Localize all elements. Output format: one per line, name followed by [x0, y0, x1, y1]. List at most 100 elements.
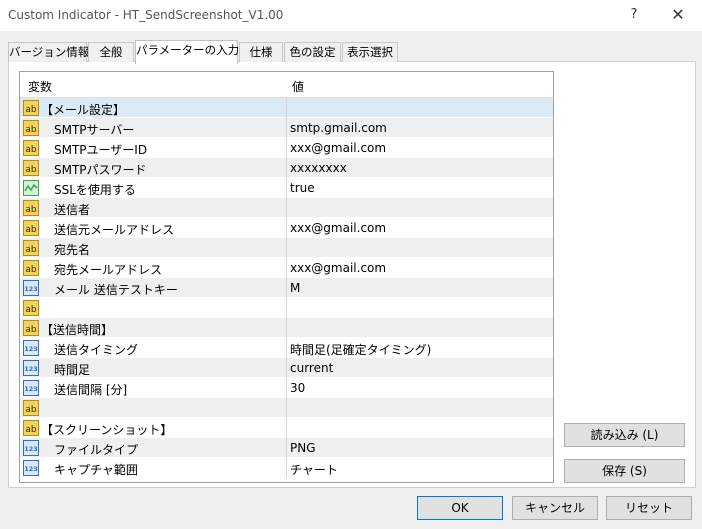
- ab-icon: ab: [23, 160, 39, 176]
- tab-input-parameters[interactable]: パラメーターの入力: [135, 40, 239, 64]
- parameter-row[interactable]: ab 宛先名: [20, 238, 553, 258]
- tab-version-info[interactable]: バージョン情報: [8, 42, 89, 62]
- column-divider: [286, 198, 287, 218]
- parameter-name: SMTPパスワード: [54, 163, 147, 177]
- parameter-name: 送信者: [54, 203, 91, 217]
- parameter-value[interactable]: M: [290, 281, 300, 295]
- svg-text:ab: ab: [25, 145, 37, 155]
- svg-text:ab: ab: [25, 325, 37, 335]
- parameter-row[interactable]: 123 キャプチャ範囲 チャート: [20, 458, 553, 478]
- column-header-value[interactable]: 値: [292, 78, 304, 95]
- column-divider: [286, 118, 287, 138]
- parameter-value[interactable]: チャート: [290, 461, 338, 478]
- tab-colors[interactable]: 色の設定: [284, 42, 341, 62]
- svg-text:123: 123: [24, 345, 38, 353]
- parameter-value[interactable]: PNG: [290, 441, 316, 455]
- parameter-name: 宛先メールアドレス: [54, 263, 163, 277]
- parameter-name: 【スクリーンショット】: [41, 423, 173, 437]
- svg-text:ab: ab: [25, 165, 37, 175]
- parameter-row[interactable]: ab: [20, 398, 553, 418]
- num-icon: 123: [23, 380, 39, 396]
- num-icon: 123: [23, 340, 39, 356]
- num-icon: 123: [23, 460, 39, 476]
- parameter-name: 宛先名: [54, 243, 91, 257]
- ok-button[interactable]: OK: [417, 496, 503, 520]
- svg-text:123: 123: [24, 365, 38, 373]
- column-divider: [286, 238, 287, 258]
- parameter-row[interactable]: 123 メール 送信テストキー M: [20, 278, 553, 298]
- parameter-value[interactable]: true: [290, 181, 315, 195]
- parameter-name: 送信元メールアドレス: [54, 223, 175, 237]
- parameter-row[interactable]: ab 宛先メールアドレス xxx@gmail.com: [20, 258, 553, 278]
- tab-general[interactable]: 全般: [88, 42, 134, 62]
- parameter-row[interactable]: ab SMTPサーバー smtp.gmail.com: [20, 118, 553, 138]
- column-divider: [286, 358, 287, 378]
- parameter-value[interactable]: 時間足(足確定タイミング): [290, 341, 431, 358]
- parameter-row[interactable]: ab 【送信時間】: [20, 318, 553, 338]
- parameter-row[interactable]: 123 送信タイミング 時間足(足確定タイミング): [20, 338, 553, 358]
- parameter-name: SMTPユーザーID: [54, 143, 148, 157]
- num-icon: 123: [23, 360, 39, 376]
- parameter-row[interactable]: ab SMTPユーザーID xxx@gmail.com: [20, 138, 553, 158]
- parameter-value[interactable]: xxx@gmail.com: [290, 221, 386, 235]
- save-button[interactable]: 保存 (S): [564, 459, 685, 483]
- svg-text:ab: ab: [25, 245, 37, 255]
- svg-text:123: 123: [24, 385, 38, 393]
- ab-icon: ab: [23, 120, 39, 136]
- window-title: Custom Indicator - HT_SendScreenshot_V1.…: [8, 8, 284, 22]
- parameter-name: 時間足: [54, 363, 91, 377]
- parameter-name: ファイルタイプ: [54, 443, 139, 457]
- column-divider: [286, 338, 287, 358]
- ab-icon: ab: [23, 420, 39, 436]
- ab-icon: ab: [23, 400, 39, 416]
- column-divider: [286, 138, 287, 158]
- parameter-value[interactable]: xxxxxxxx: [290, 161, 347, 175]
- column-divider: [286, 178, 287, 198]
- parameter-row[interactable]: ab 送信元メールアドレス xxx@gmail.com: [20, 218, 553, 238]
- tab-specification[interactable]: 仕様: [239, 42, 283, 62]
- parameter-row[interactable]: ab 送信者: [20, 198, 553, 218]
- svg-text:123: 123: [24, 445, 38, 453]
- parameter-value[interactable]: xxx@gmail.com: [290, 261, 386, 275]
- svg-text:ab: ab: [25, 405, 37, 415]
- num-icon: 123: [23, 440, 39, 456]
- parameter-value[interactable]: current: [290, 361, 333, 375]
- parameter-row[interactable]: ab 【スクリーンショット】: [20, 418, 553, 438]
- svg-text:ab: ab: [25, 425, 37, 435]
- grid-rows: ab 【メール設定】 ab SMTPサーバー smtp.gmail.com ab SMTPユ…: [20, 98, 553, 478]
- parameter-name: 【メール設定】: [41, 103, 126, 117]
- svg-text:123: 123: [24, 285, 38, 293]
- parameter-row[interactable]: 123 時間足 current: [20, 358, 553, 378]
- parameter-name: キャプチャ範囲: [54, 463, 138, 477]
- grid-header: 変数 値: [20, 72, 553, 98]
- svg-text:ab: ab: [25, 125, 37, 135]
- load-button[interactable]: 読み込み (L): [564, 423, 685, 447]
- column-divider: [286, 278, 287, 298]
- column-divider: [286, 218, 287, 238]
- column-divider: [286, 298, 287, 318]
- parameter-name: 送信タイミング: [54, 343, 139, 357]
- cancel-button[interactable]: キャンセル: [512, 496, 598, 520]
- parameter-row[interactable]: ab 【メール設定】: [20, 98, 553, 118]
- svg-text:ab: ab: [25, 225, 37, 235]
- column-divider: [286, 458, 287, 478]
- parameter-row[interactable]: SSLを使用する true: [20, 178, 553, 198]
- parameter-row[interactable]: ab: [20, 298, 553, 318]
- svg-text:123: 123: [24, 465, 38, 473]
- parameter-value[interactable]: xxx@gmail.com: [290, 141, 386, 155]
- parameter-row[interactable]: 123 送信間隔 [分] 30: [20, 378, 553, 398]
- ab-icon: ab: [23, 320, 39, 336]
- tab-visualization[interactable]: 表示選択: [342, 42, 398, 62]
- parameter-row[interactable]: 123 ファイルタイプ PNG: [20, 438, 553, 458]
- ab-icon: ab: [23, 140, 39, 156]
- close-icon[interactable]: ✕: [668, 5, 688, 25]
- ab-icon: ab: [23, 220, 39, 236]
- column-header-variable[interactable]: 変数: [28, 78, 52, 95]
- parameter-value[interactable]: 30: [290, 381, 305, 395]
- parameter-value[interactable]: smtp.gmail.com: [290, 121, 387, 135]
- parameter-row[interactable]: ab SMTPパスワード xxxxxxxx: [20, 158, 553, 178]
- title-bar: Custom Indicator - HT_SendScreenshot_V1.…: [0, 0, 702, 31]
- reset-button[interactable]: リセット: [606, 496, 692, 520]
- help-icon[interactable]: ?: [624, 5, 644, 25]
- svg-text:ab: ab: [25, 265, 37, 275]
